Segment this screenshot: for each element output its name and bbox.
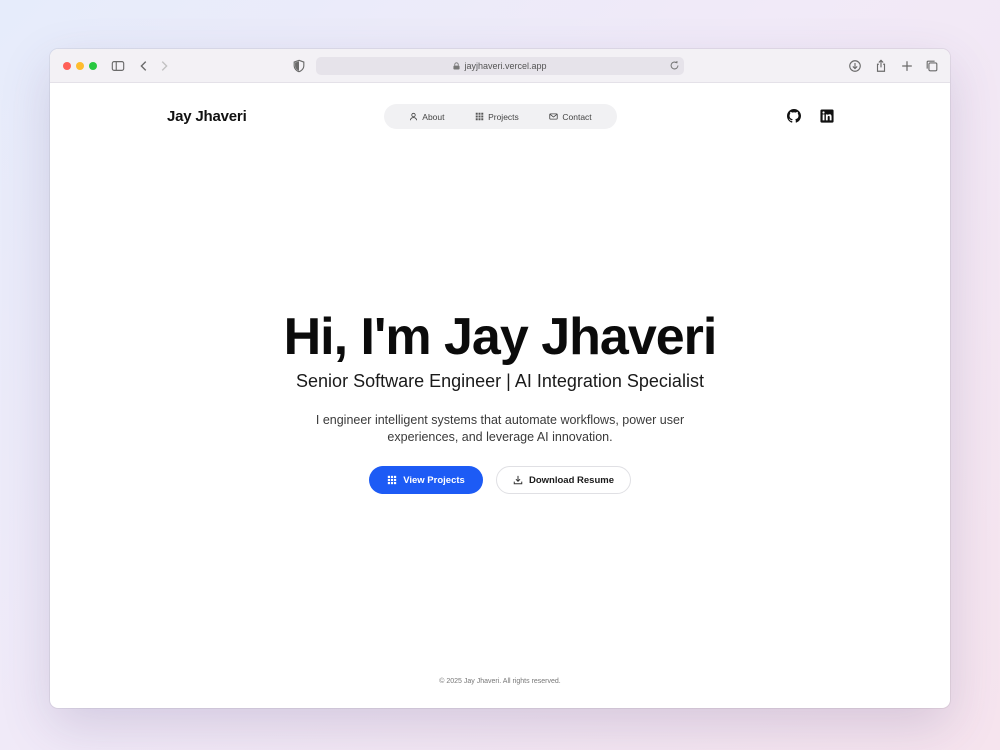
tab-overview-icon[interactable]	[924, 58, 940, 74]
github-icon	[786, 108, 801, 123]
forward-icon[interactable]	[156, 58, 172, 74]
new-tab-icon[interactable]	[899, 58, 915, 74]
sidebar-toggle-icon[interactable]	[110, 58, 126, 74]
reload-icon[interactable]	[669, 60, 680, 71]
browser-toolbar: jayjhaveri.vercel.app	[50, 49, 950, 83]
site-logo[interactable]: Jay Jhaveri	[167, 108, 247, 125]
lock-icon	[453, 62, 461, 70]
close-window-button[interactable]	[63, 62, 71, 70]
download-icon	[513, 475, 523, 485]
grid-icon	[475, 112, 484, 121]
nav-item-contact[interactable]: Contact	[549, 111, 592, 122]
nav-label-about: About	[422, 111, 445, 122]
linkedin-link[interactable]	[819, 108, 834, 123]
nav-label-projects: Projects	[488, 111, 519, 122]
share-icon[interactable]	[873, 58, 889, 74]
nav-item-about[interactable]: About	[409, 111, 445, 122]
grid-icon	[388, 475, 397, 485]
hero-subtitle: Senior Software Engineer | AI Integratio…	[296, 371, 704, 391]
nav-item-projects[interactable]: Projects	[475, 112, 519, 122]
github-link[interactable]	[786, 108, 801, 123]
linkedin-icon	[819, 108, 834, 123]
window-controls	[63, 62, 97, 70]
minimize-window-button[interactable]	[76, 62, 84, 70]
page-content: Jay Jhaveri About Projects Contact Hi, I…	[50, 83, 950, 708]
browser-window: jayjhaveri.vercel.app Jay Jhaveri About …	[50, 49, 950, 708]
mail-icon	[549, 113, 559, 120]
main-nav: About Projects Contact	[384, 104, 617, 129]
view-projects-button[interactable]: View Projects	[369, 466, 483, 494]
maximize-window-button[interactable]	[89, 62, 97, 70]
hero-description: I engineer intelligent systems that auto…	[315, 413, 685, 444]
user-icon	[410, 112, 418, 121]
hero-title: Hi, I'm Jay Jhaveri	[283, 308, 718, 366]
downloads-icon[interactable]	[847, 58, 863, 74]
back-icon[interactable]	[136, 58, 152, 74]
address-bar[interactable]: jayjhaveri.vercel.app	[316, 57, 684, 75]
nav-label-contact: Contact	[562, 111, 592, 122]
url-text: jayjhaveri.vercel.app	[464, 61, 547, 71]
privacy-shield-icon[interactable]	[291, 58, 307, 74]
footer-copyright: © 2025 Jay Jhaveri. All rights reserved.	[439, 678, 561, 685]
view-projects-label: View Projects	[403, 474, 465, 486]
download-resume-label: Download Resume	[529, 474, 614, 486]
download-resume-button[interactable]: Download Resume	[496, 466, 631, 494]
